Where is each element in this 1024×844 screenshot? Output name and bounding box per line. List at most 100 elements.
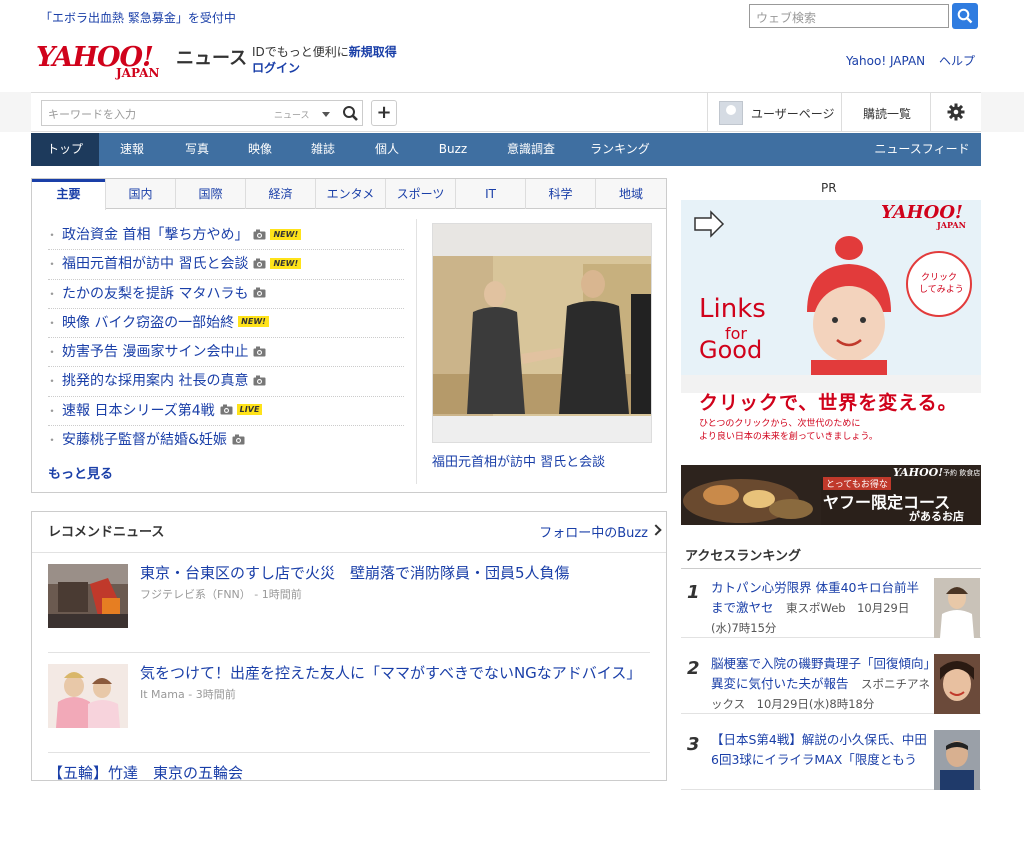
main-nav: トップ 速報 写真 映像 雑誌 個人 Buzz 意識調査 ランキング ニュースフ… <box>31 133 981 166</box>
subscriptions-link[interactable]: 購読一覧 <box>863 105 911 122</box>
followed-buzz-link[interactable]: フォロー中のBuzz <box>539 522 648 541</box>
topic-title: 挑発的な採用案内 社長の真意 <box>62 373 249 390</box>
header-links: Yahoo! JAPAN ヘルプ <box>846 52 985 69</box>
nav-photos[interactable]: 写真 <box>165 133 229 166</box>
rank-headline[interactable]: 【日本S第4戦】解説の小久保氏、中田6回3球にイライラMAX「限度ともう <box>711 732 927 767</box>
keyword-search-button[interactable] <box>342 105 360 123</box>
ad-headline: クリックで、世界を変える。 <box>699 392 958 414</box>
topic-item[interactable]: 安藤桃子監督が結婚&妊娠 <box>46 426 404 455</box>
tab-science[interactable]: 科学 <box>526 179 596 209</box>
tab-it[interactable]: IT <box>456 179 526 209</box>
recommend-title: レコメンドニュース <box>48 525 165 540</box>
gear-icon[interactable] <box>947 103 965 121</box>
tab-entertainment[interactable]: エンタメ <box>316 179 386 209</box>
ad2-brand-note: 予約 飲食店 <box>943 469 981 477</box>
recommend-meta: フジテレビ系（FNN） - 1時間前 <box>140 588 302 601</box>
nav-breaking[interactable]: 速報 <box>99 133 165 166</box>
topic-item[interactable]: 速報 日本シリーズ第4戦 LIVE <box>46 397 404 427</box>
recommend-separator <box>48 752 650 753</box>
topic-item[interactable]: 映像 バイク窃盗の一部始終NEW! <box>46 309 404 339</box>
recommend-item[interactable]: 気をつけて！出産を控えた友人に「ママがすべきでないNGなアドバイス」 It Ma… <box>48 654 648 744</box>
tab-main[interactable]: 主要 <box>32 179 106 210</box>
recommend-item[interactable]: 東京・台東区のすし店で火災 壁崩落で消防隊員・団員5人負傷 フジテレビ系（FNN… <box>48 554 648 644</box>
topic-item[interactable]: 妨害予告 漫画家サイン会中止 <box>46 338 404 368</box>
topic-title: 福田元首相が訪中 習氏と会談 <box>62 256 249 273</box>
links-for-good-ad[interactable]: YAHOO! JAPAN Links for Good クリック してみよう ク… <box>681 200 981 450</box>
topic-item[interactable]: 政治資金 首相「撃ち方やめ」 NEW! <box>46 221 404 251</box>
search-category-select[interactable]: ニュース <box>274 108 310 121</box>
topics-panel: 主要 国内 国際 経済 エンタメ スポーツ IT 科学 地域 政治資金 首相「撃… <box>31 178 667 493</box>
news-service-title[interactable]: ニュース <box>176 44 247 70</box>
nav-ranking[interactable]: ランキング <box>575 133 665 166</box>
recommend-headline[interactable]: 気をつけて！出産を控えた友人に「ママがすべきでないNGなアドバイス」 <box>140 662 641 683</box>
recommend-headline[interactable]: 東京・台東区のすし店で火災 壁崩落で消防隊員・団員5人負傷 <box>140 562 570 583</box>
more-topics-link[interactable]: もっと見る <box>48 463 113 482</box>
recommend-separator <box>48 652 650 653</box>
ad-links-text: Links <box>699 294 766 324</box>
rank-number: 3 <box>687 734 700 755</box>
ad-good-text: Good <box>699 336 763 364</box>
camera-icon <box>253 375 266 386</box>
user-page-link[interactable]: ユーザーページ <box>751 105 835 122</box>
login-link[interactable]: ログイン <box>252 59 300 76</box>
yahoo-japan-link[interactable]: Yahoo! JAPAN <box>846 54 925 68</box>
search-icon <box>957 8 973 24</box>
camera-icon <box>253 287 266 298</box>
photo-caption[interactable]: 福田元首相が訪中 習氏と会談 <box>432 451 605 470</box>
keyword-placeholder: キーワードを入力 <box>48 108 136 121</box>
yahoo-japan-logo[interactable]: YAHOO! JAPAN <box>36 42 176 82</box>
logo-japan-text: JAPAN <box>116 66 160 80</box>
camera-icon <box>253 258 266 269</box>
keyword-search-input[interactable]: キーワードを入力 ニュース <box>41 100 363 126</box>
camera-icon <box>232 434 245 445</box>
ad-bubble-line2: してみよう <box>919 285 964 295</box>
ebola-donation-link[interactable]: 「エボラ出血熱 緊急募金」を受付中 <box>40 9 236 26</box>
ranking-divider <box>681 568 981 569</box>
live-badge: LIVE <box>236 404 263 416</box>
ranking-item[interactable]: 3 【日本S第4戦】解説の小久保氏、中田6回3球にイライラMAX「限度ともう <box>681 722 981 790</box>
tab-sports[interactable]: スポーツ <box>386 179 456 209</box>
help-link[interactable]: ヘルプ <box>939 54 975 68</box>
topic-title: 映像 バイク窃盗の一部始終 <box>62 314 235 331</box>
topic-list: 政治資金 首相「撃ち方やめ」 NEW! 福田元首相が訪中 習氏と会談 NEW! たか… <box>46 221 404 455</box>
register-link[interactable]: 新規取得 <box>349 45 397 59</box>
topic-title: 安藤桃子監督が結婚&妊娠 <box>62 432 227 449</box>
avatar[interactable] <box>719 101 743 125</box>
rank-thumbnail <box>934 654 980 714</box>
nav-individual[interactable]: 個人 <box>355 133 419 166</box>
web-search-input[interactable]: ウェブ検索 <box>749 4 949 28</box>
top-strip: 「エボラ出血熱 緊急募金」を受付中 ウェブ検索 <box>0 0 1024 36</box>
nav-news-feed[interactable]: ニュースフィード <box>867 133 977 166</box>
topic-item[interactable]: 挑発的な採用案内 社長の真意 <box>46 367 404 397</box>
tab-domestic[interactable]: 国内 <box>106 179 176 209</box>
tab-region[interactable]: 地域 <box>596 179 666 209</box>
rank-number: 2 <box>687 658 700 679</box>
nav-buzz[interactable]: Buzz <box>419 133 487 166</box>
topic-photo[interactable] <box>432 223 652 443</box>
tab-international[interactable]: 国際 <box>176 179 246 209</box>
ranking-item[interactable]: 1 カトパン心労限界 体重40キロ台前半まで激ヤセ 東スポWeb 10月29日(… <box>681 570 981 638</box>
web-search-button[interactable] <box>952 3 978 29</box>
rank-text: カトパン心労限界 体重40キロ台前半まで激ヤセ 東スポWeb 10月29日(水)… <box>711 578 931 638</box>
ad2-line2: があるお店 <box>909 510 964 523</box>
restaurant-course-ad[interactable]: YAHOO! 予約 飲食店 とってもお得な ヤフー限定コース があるお店 <box>681 465 981 525</box>
nav-top[interactable]: トップ <box>31 133 99 166</box>
topic-title: 速報 日本シリーズ第4戦 <box>62 402 215 419</box>
chevron-down-icon[interactable] <box>322 112 330 117</box>
nav-survey[interactable]: 意識調査 <box>487 133 575 166</box>
nav-magazine[interactable]: 雑誌 <box>291 133 355 166</box>
recommend-panel: レコメンドニュース フォロー中のBuzz 東京・台東区のすし店で火災 壁崩落で消… <box>31 511 667 783</box>
topic-item[interactable]: たかの友梨を提訴 マタハラも <box>46 280 404 309</box>
new-badge: NEW! <box>270 228 302 240</box>
topic-item[interactable]: 福田元首相が訪中 習氏と会談 NEW! <box>46 250 404 280</box>
add-button[interactable]: + <box>371 100 397 126</box>
ranking-item[interactable]: 2 脳梗塞で入院の磯野貴理子「回復傾向」異変に気付いた夫が報告 スポニチアネック… <box>681 646 981 714</box>
ad-brand-sub: JAPAN <box>937 220 966 230</box>
toolbar-divider <box>841 93 842 131</box>
tab-economy[interactable]: 経済 <box>246 179 316 209</box>
rank-thumbnail <box>934 578 980 638</box>
recommend-meta: It Mama - 3時間前 <box>140 688 236 701</box>
recommend-headline[interactable]: 【五輪】竹達 東京の五輪会 <box>48 762 243 783</box>
toolbar-divider <box>930 93 931 131</box>
nav-video[interactable]: 映像 <box>229 133 291 166</box>
